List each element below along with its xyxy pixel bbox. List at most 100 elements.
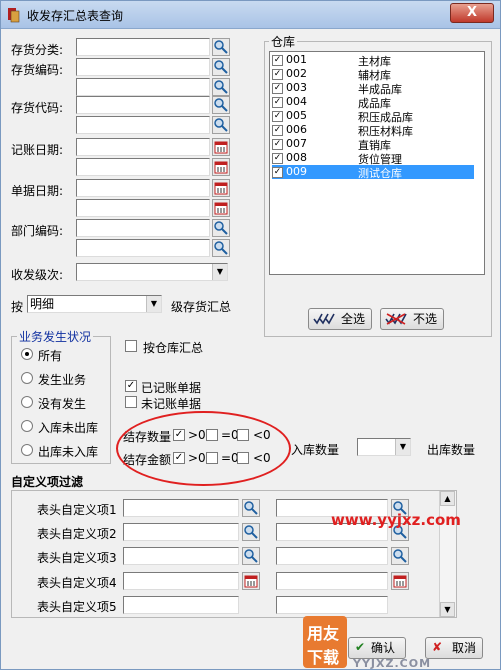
custom-field-label: 表头自定义项5 bbox=[37, 600, 117, 614]
custom-field-label: 表头自定义项2 bbox=[37, 527, 117, 541]
custom-field-2-from[interactable] bbox=[123, 523, 239, 541]
inventory-code-to-input[interactable] bbox=[76, 78, 210, 96]
scroll-up-icon[interactable]: ▲ bbox=[440, 491, 455, 506]
scroll-down-icon[interactable]: ▼ bbox=[440, 602, 455, 617]
warehouse-checkbox[interactable]: ✓ bbox=[272, 166, 283, 178]
custom-field-label: 表头自定义项4 bbox=[37, 576, 117, 590]
inventory-code2-to-input[interactable] bbox=[76, 116, 210, 134]
list-item[interactable]: ✓ 004 成品库 bbox=[272, 95, 474, 110]
ok-label: 确认 bbox=[371, 641, 396, 655]
calendar-icon[interactable] bbox=[212, 158, 230, 176]
ok-button[interactable]: ✔ 确认 bbox=[348, 637, 406, 659]
status-option-label: 入库未出库 bbox=[38, 421, 99, 435]
checkmarks-icon bbox=[313, 313, 335, 325]
chevron-down-icon: ▼ bbox=[395, 439, 410, 455]
inventory-code-label: 存货编码: bbox=[11, 63, 64, 77]
search-icon[interactable] bbox=[212, 38, 230, 56]
status-radio-not-occurred[interactable] bbox=[21, 396, 33, 408]
warehouse-checkbox[interactable]: ✓ bbox=[272, 152, 283, 164]
warehouse-checkbox[interactable]: ✓ bbox=[272, 96, 283, 108]
summary-level-value: 明细 bbox=[30, 297, 55, 311]
app-icon bbox=[8, 8, 20, 23]
title-bar: 收发存汇总表查询 X bbox=[1, 1, 500, 29]
search-icon[interactable] bbox=[212, 58, 230, 76]
warehouse-checkbox[interactable]: ✓ bbox=[272, 110, 283, 122]
list-item[interactable]: ✓ 001 主材库 bbox=[272, 53, 474, 68]
posting-date-to-input[interactable] bbox=[76, 158, 210, 176]
search-icon[interactable] bbox=[212, 78, 230, 96]
watermark-url: www.yyjxz.com bbox=[331, 511, 461, 529]
in-qty-select[interactable]: ▼ bbox=[357, 438, 411, 456]
custom-filter-title: 自定义项过滤 bbox=[11, 475, 84, 489]
status-radio-in-not-out[interactable] bbox=[21, 420, 33, 432]
posting-date-label: 记账日期: bbox=[11, 143, 64, 157]
search-icon[interactable] bbox=[212, 96, 230, 114]
search-icon[interactable] bbox=[212, 239, 230, 257]
dept-code-to-input[interactable] bbox=[76, 239, 210, 257]
watermark-logo-bottom: 下载 bbox=[307, 648, 340, 667]
dept-code-from-input[interactable] bbox=[76, 219, 210, 237]
calendar-icon[interactable] bbox=[212, 179, 230, 197]
status-option-label: 没有发生 bbox=[38, 397, 87, 411]
doc-date-from-input[interactable] bbox=[76, 179, 210, 197]
search-icon[interactable] bbox=[391, 547, 409, 565]
summary-level-select[interactable]: 明细 ▼ bbox=[27, 295, 162, 313]
status-radio-all[interactable] bbox=[21, 348, 33, 360]
custom-field-4-from[interactable] bbox=[123, 572, 239, 590]
warehouse-checkbox[interactable]: ✓ bbox=[272, 124, 283, 136]
calendar-icon[interactable] bbox=[212, 199, 230, 217]
level-select[interactable]: ▼ bbox=[76, 263, 228, 281]
custom-field-5-from[interactable] bbox=[123, 596, 239, 614]
by-warehouse-label: 按仓库汇总 bbox=[143, 341, 204, 355]
custom-field-3-to[interactable] bbox=[276, 547, 388, 565]
cancel-button[interactable]: ✘ 取消 bbox=[425, 637, 483, 659]
custom-field-3-from[interactable] bbox=[123, 547, 239, 565]
search-icon[interactable] bbox=[212, 116, 230, 134]
by-warehouse-checkbox[interactable] bbox=[125, 340, 137, 352]
custom-field-1-from[interactable] bbox=[123, 499, 239, 517]
inventory-code2-from-input[interactable] bbox=[76, 96, 210, 114]
close-button[interactable]: X bbox=[450, 3, 494, 23]
search-icon[interactable] bbox=[242, 547, 260, 565]
search-icon[interactable] bbox=[242, 499, 260, 517]
posted-docs-checkbox[interactable]: ✓ bbox=[125, 380, 137, 392]
select-all-label: 全选 bbox=[341, 312, 366, 326]
warehouse-checkbox[interactable]: ✓ bbox=[272, 54, 283, 66]
calendar-icon[interactable] bbox=[242, 572, 260, 590]
uncheck-icon bbox=[385, 313, 407, 325]
calendar-icon[interactable] bbox=[391, 572, 409, 590]
list-item-selected[interactable]: ✓ 009 测试仓库 bbox=[272, 165, 474, 180]
doc-date-to-input[interactable] bbox=[76, 199, 210, 217]
calendar-icon[interactable] bbox=[212, 138, 230, 156]
search-icon[interactable] bbox=[212, 219, 230, 237]
status-radio-out-not-in[interactable] bbox=[21, 444, 33, 456]
list-item[interactable]: ✓ 005 积压成品库 bbox=[272, 109, 474, 124]
list-item[interactable]: ✓ 006 积压材料库 bbox=[272, 123, 474, 138]
deselect-button[interactable]: 不选 bbox=[380, 308, 444, 330]
list-item[interactable]: ✓ 007 直销库 bbox=[272, 137, 474, 152]
list-item[interactable]: ✓ 008 货位管理 bbox=[272, 151, 474, 166]
warehouse-checkbox[interactable]: ✓ bbox=[272, 68, 283, 80]
search-icon[interactable] bbox=[242, 523, 260, 541]
custom-field-5-to[interactable] bbox=[276, 596, 388, 614]
warehouse-list[interactable]: ✓ 001 主材库 ✓ 002 辅材库 ✓ 003 半成品库 ✓ 004 成品库 ✓ 005 积压成… bbox=[269, 51, 485, 275]
posting-date-from-input[interactable] bbox=[76, 138, 210, 156]
unposted-docs-checkbox[interactable] bbox=[125, 396, 137, 408]
status-option-label: 出库未入库 bbox=[38, 445, 99, 459]
custom-field-4-to[interactable] bbox=[276, 572, 388, 590]
posted-docs-label: 已记账单据 bbox=[141, 381, 202, 395]
window-title: 收发存汇总表查询 bbox=[27, 9, 124, 23]
warehouse-checkbox[interactable]: ✓ bbox=[272, 82, 283, 94]
select-all-button[interactable]: 全选 bbox=[308, 308, 372, 330]
chevron-down-icon: ▼ bbox=[212, 264, 227, 280]
inventory-code-from-input[interactable] bbox=[76, 58, 210, 76]
status-radio-occurred[interactable] bbox=[21, 372, 33, 384]
inventory-category-input[interactable] bbox=[76, 38, 210, 56]
list-item[interactable]: ✓ 003 半成品库 bbox=[272, 81, 474, 96]
list-item[interactable]: ✓ 002 辅材库 bbox=[272, 67, 474, 82]
custom-filter-scrollbar[interactable]: ▲ ▼ bbox=[439, 491, 456, 617]
chevron-down-icon: ▼ bbox=[146, 296, 161, 312]
warehouse-checkbox[interactable]: ✓ bbox=[272, 138, 283, 150]
highlight-ellipse bbox=[116, 411, 291, 486]
cancel-label: 取消 bbox=[452, 641, 477, 655]
